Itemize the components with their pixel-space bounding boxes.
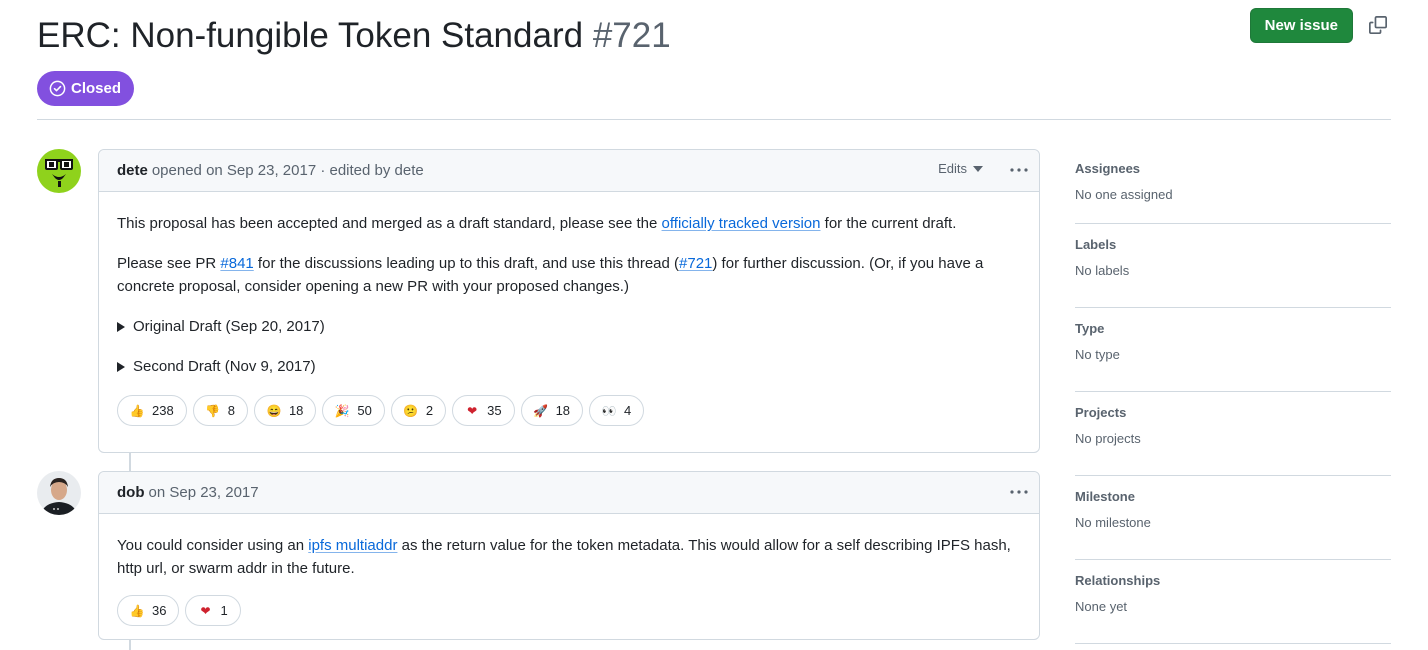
comment-body: You could consider using an ipfs multiad… [99,514,1039,580]
sidebar-labels: Labels No labels [1075,224,1391,308]
pr-841-link[interactable]: #841 [220,255,253,272]
reaction-count: 50 [357,403,372,418]
reaction-thumbs-down[interactable]: 👎 8 [192,395,248,426]
reaction-count: 2 [425,403,434,418]
issue-number: #721 [592,16,671,55]
sidebar-value: No type [1075,347,1120,362]
sidebar-value: No labels [1075,263,1130,278]
text: Please see PR [117,255,221,272]
details-original-draft[interactable]: Original Draft (Sep 20, 2017) [117,315,1021,338]
sidebar-heading[interactable]: Labels [1075,237,1391,252]
sidebar-assignees: Assignees No one assigned [1075,148,1391,224]
text: for the discussions leading up to this d… [253,255,680,272]
issue-title-text: ERC: Non-fungible Token Standard [37,16,584,55]
edits-dropdown[interactable]: Edits [938,161,983,176]
details-second-draft[interactable]: Second Draft (Nov 9, 2017) [117,355,1021,378]
sidebar-projects: Projects No projects [1075,392,1391,476]
reaction-thumbs-up[interactable]: 👍 36 [117,595,180,626]
text: for the current draft. [820,215,957,232]
comment-body: This proposal has been accepted and merg… [99,192,1039,378]
reaction-count: 18 [555,403,571,418]
sidebar-value: No milestone [1075,515,1151,530]
sidebar-type: Type No type [1075,308,1391,392]
reaction-hooray[interactable]: 🎉 50 [322,395,385,426]
reaction-count: 238 [152,403,174,418]
status-label: Closed [71,80,122,97]
disclosure-triangle-icon [117,361,125,372]
details-summary: Original Draft (Sep 20, 2017) [133,318,325,335]
reactions-bar: 👍 238 👎 8 😄 18 🎉 50 😕 2 ❤ 35 🚀 18 👀 4 [99,395,1039,426]
reaction-eyes[interactable]: 👀 4 [589,395,645,426]
hooray-icon: 🎉 [334,403,350,418]
thumbs-down-icon: 👎 [205,403,221,418]
reactions-bar: 👍 36 ❤ 1 [99,595,1039,626]
comment-meta[interactable]: opened on Sep 23, 2017 · edited by dete [152,162,424,179]
kebab-menu-icon[interactable] [1008,481,1030,503]
reaction-heart[interactable]: ❤ 35 [452,395,515,426]
reaction-rocket[interactable]: 🚀 18 [520,395,584,426]
sidebar-relationships: Relationships None yet [1075,560,1391,644]
reaction-count: 8 [227,403,235,418]
sidebar-value: No one assigned [1075,187,1173,202]
comment-paragraph: You could consider using an ipfs multiad… [117,534,1021,580]
reaction-thumbs-up[interactable]: 👍 238 [117,395,187,426]
thumbs-up-icon: 👍 [129,603,145,618]
issue-title: ERC: Non-fungible Token Standard #721 [37,14,1391,58]
text: This proposal has been accepted and merg… [117,215,662,232]
issue-721-link[interactable]: #721 [679,255,712,272]
sidebar-heading[interactable]: Relationships [1075,573,1391,588]
comment-paragraph: Please see PR #841 for the discussions l… [117,252,1021,298]
disclosure-triangle-icon [117,321,125,332]
text: You could consider using an [117,537,309,554]
comment-paragraph: This proposal has been accepted and merg… [117,212,1021,235]
comment-author[interactable]: dob [117,484,145,501]
reaction-count: 4 [624,403,632,418]
thumbs-up-icon: 👍 [129,403,145,418]
reaction-count: 35 [487,403,502,418]
new-issue-button[interactable]: New issue [1249,8,1353,43]
chevron-down-icon [973,165,983,172]
reaction-laugh[interactable]: 😄 18 [253,395,317,426]
comment-dete: dete opened on Sep 23, 2017 · edited by … [98,149,1040,453]
check-circle-icon [49,80,66,97]
comment-header: dob on Sep 23, 2017 [99,472,1039,514]
officially-tracked-link[interactable]: officially tracked version [662,215,821,232]
reaction-count: 1 [220,603,228,618]
reaction-count: 36 [152,603,167,618]
sidebar-heading[interactable]: Type [1075,321,1391,336]
issue-header: ERC: Non-fungible Token Standard #721 Ne… [37,8,1391,58]
reaction-count: 18 [288,403,304,418]
laugh-icon: 😄 [266,403,282,418]
avatar-dete[interactable] [37,149,81,193]
issue-sidebar: Assignees No one assigned Labels No labe… [1075,148,1391,644]
avatar-dob[interactable] [37,471,81,515]
copy-icon[interactable] [1365,12,1391,38]
sidebar-heading[interactable]: Assignees [1075,161,1391,176]
edits-label: Edits [938,161,967,176]
details-summary: Second Draft (Nov 9, 2017) [133,358,316,375]
eyes-icon: 👀 [601,403,617,418]
sidebar-value: None yet [1075,599,1128,614]
header-divider [37,119,1391,120]
confused-icon: 😕 [403,403,419,418]
kebab-menu-icon[interactable] [1008,159,1030,181]
sidebar-milestone: Milestone No milestone [1075,476,1391,560]
comment-header: dete opened on Sep 23, 2017 · edited by … [99,150,1039,192]
sidebar-value: No projects [1075,431,1141,446]
heart-icon: ❤ [200,603,211,618]
sidebar-heading[interactable]: Projects [1075,405,1391,420]
rocket-icon: 🚀 [533,403,549,418]
sidebar-heading[interactable]: Milestone [1075,489,1391,504]
reaction-confused[interactable]: 😕 2 [390,395,447,426]
ipfs-multiaddr-link[interactable]: ipfs multiaddr [308,537,397,554]
comment-meta[interactable]: on Sep 23, 2017 [149,484,259,501]
status-badge: Closed [37,71,135,106]
heart-icon: ❤ [467,403,478,418]
reaction-heart[interactable]: ❤ 1 [185,595,241,626]
comment-author[interactable]: dete [117,162,148,179]
comment-dob: dob on Sep 23, 2017 You could consider u… [98,471,1040,640]
